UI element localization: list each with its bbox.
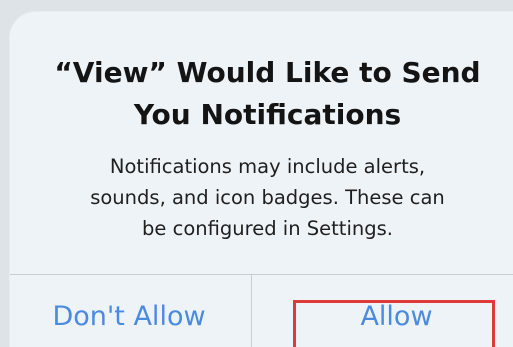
alert-message: Notifications may include alerts, sounds… bbox=[10, 151, 513, 244]
alert-message-line-2: sounds, and icon badges. These can bbox=[90, 186, 445, 209]
allow-button-label: Allow bbox=[360, 301, 433, 332]
alert-title-line-1: “View” Would Like to Send bbox=[54, 56, 481, 89]
allow-button[interactable]: Allow bbox=[293, 275, 500, 347]
button-divider bbox=[251, 275, 252, 347]
alert-message-line-1: Notifications may include alerts, bbox=[109, 155, 426, 178]
alert-body: “View” Would Like to Send You Notificati… bbox=[10, 12, 513, 274]
screen: “View” Would Like to Send You Notificati… bbox=[0, 0, 513, 347]
alert-title-line-2: You Notifications bbox=[133, 98, 402, 131]
alert-title: “View” Would Like to Send You Notificati… bbox=[10, 52, 513, 136]
dont-allow-button[interactable]: Don't Allow bbox=[10, 275, 248, 347]
dont-allow-button-label: Don't Allow bbox=[52, 301, 206, 332]
alert-button-row: Don't Allow Allow bbox=[10, 275, 513, 347]
notification-permission-alert: “View” Would Like to Send You Notificati… bbox=[10, 12, 513, 347]
alert-message-line-3: be configured in Settings. bbox=[142, 217, 393, 240]
